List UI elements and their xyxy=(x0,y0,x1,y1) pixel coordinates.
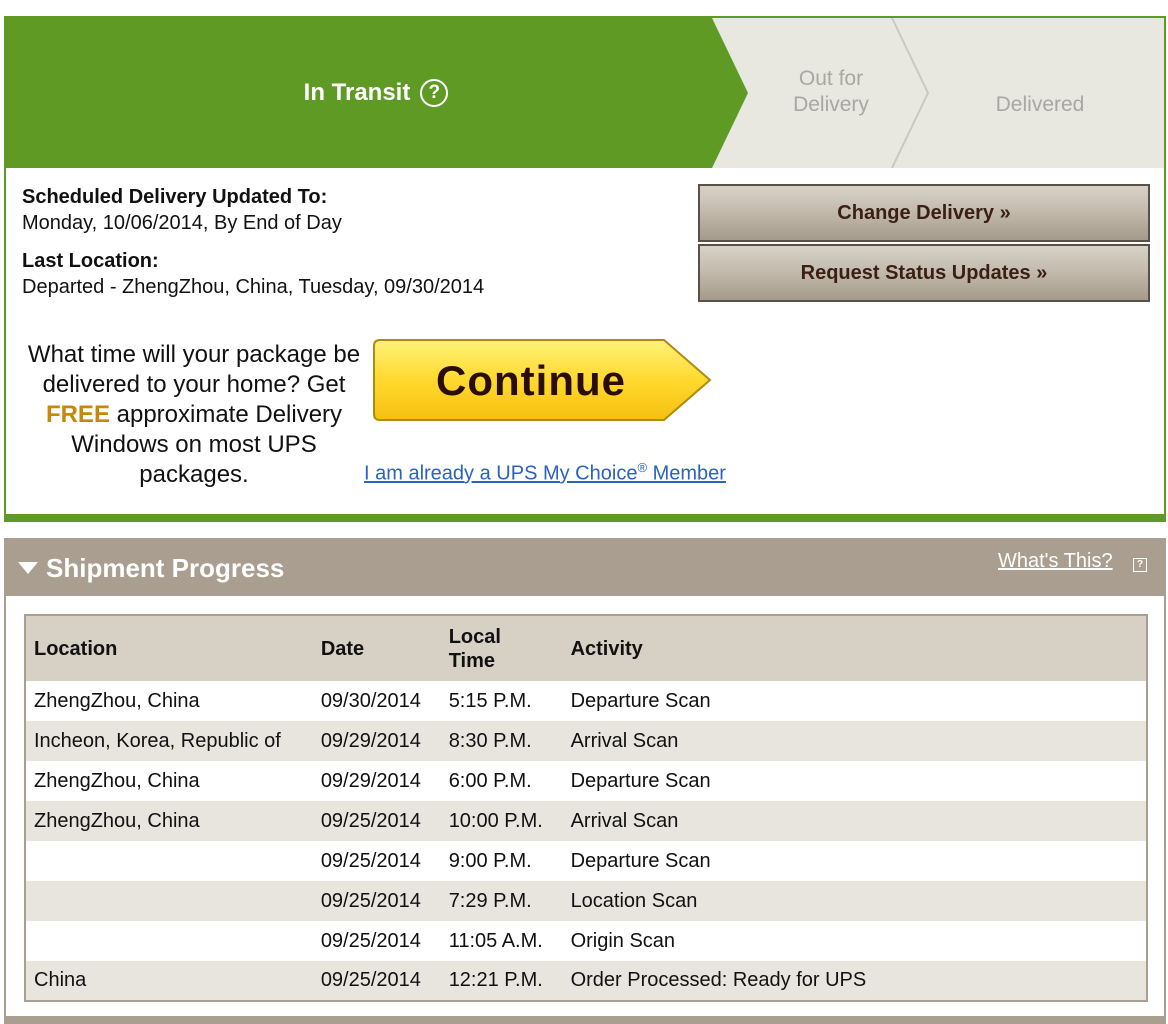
last-location-label: Last Location: xyxy=(22,250,159,272)
table-row: ZhengZhou, China 09/29/2014 6:00 P.M. De… xyxy=(25,761,1147,801)
cell-activity: Order Processed: Ready for UPS xyxy=(570,969,867,991)
progress-tracker: In Transit ? Out for Delivery Delivered xyxy=(6,18,1164,168)
table-row: China 09/25/2014 12:21 P.M. Order Proces… xyxy=(25,961,1147,1001)
my-choice-link-text: I am already a UPS My Choice xyxy=(364,462,638,485)
column-header-local-time-line2: Time xyxy=(448,649,496,672)
table-row: ZhengZhou, China 09/25/2014 10:00 P.M. A… xyxy=(25,801,1147,841)
cell-location: Incheon, Korea, Republic of xyxy=(34,729,281,752)
cell-date: 09/25/2014 xyxy=(320,889,421,912)
cell-time: 11:05 A.M. xyxy=(448,929,543,952)
stage-in-transit-label: In Transit xyxy=(303,79,411,106)
cell-location: ZhengZhou, China xyxy=(34,769,200,792)
table-row: 09/25/2014 7:29 P.M. Location Scan xyxy=(25,881,1147,921)
stage-delivered: Delivered xyxy=(995,93,1085,116)
continue-button-label: Continue xyxy=(436,357,626,404)
column-header-local-time: Local Time xyxy=(441,615,563,681)
promo-free-highlight: FREE xyxy=(45,401,110,428)
cell-time: 10:00 P.M. xyxy=(448,809,543,832)
column-header-date: Date xyxy=(320,637,365,660)
shipment-progress-title: Shipment Progress xyxy=(46,553,285,583)
promo-text-before: What time will your package be delivered… xyxy=(27,341,361,398)
shipment-progress-panel: Shipment Progress What's This? ? Locatio… xyxy=(4,538,1166,1024)
cell-location: ZhengZhou, China xyxy=(34,689,200,712)
stage-out-for-delivery-line2: Delivery xyxy=(793,93,869,116)
cell-date: 09/30/2014 xyxy=(320,689,421,712)
delivery-status-box: In Transit ? Out for Delivery Delivered … xyxy=(4,16,1166,522)
collapse-triangle-icon[interactable] xyxy=(18,562,38,574)
table-row: ZhengZhou, China 09/30/2014 5:15 P.M. De… xyxy=(25,681,1147,721)
stage-in-transit: In Transit ? xyxy=(6,18,746,168)
stage-out-for-delivery: Out for Delivery xyxy=(766,66,896,118)
cell-activity: Origin Scan xyxy=(570,929,676,952)
cell-time: 8:30 P.M. xyxy=(448,729,532,752)
table-header-row: Location Date Local Time Activity xyxy=(25,615,1147,681)
cell-time: 12:21 P.M. xyxy=(448,969,543,991)
registered-mark: ® xyxy=(637,460,648,475)
cell-location xyxy=(25,841,313,881)
cell-location: ZhengZhou, China xyxy=(34,809,200,832)
cell-time: 9:00 P.M. xyxy=(448,849,532,872)
stage-out-for-delivery-line1: Out for xyxy=(798,67,864,90)
cell-activity: Arrival Scan xyxy=(570,729,679,752)
last-location-value: Departed - ZhengZhou, China, Tuesday, 09… xyxy=(22,276,485,298)
cell-location xyxy=(25,881,313,921)
delivery-window-promo: What time will your package be delivered… xyxy=(24,340,364,490)
cell-date: 09/29/2014 xyxy=(320,769,421,792)
cell-activity: Location Scan xyxy=(570,889,698,912)
table-row: 09/25/2014 11:05 A.M. Origin Scan xyxy=(25,921,1147,961)
column-header-activity: Activity xyxy=(570,637,643,660)
scheduled-delivery-value: Monday, 10/06/2014, By End of Day xyxy=(22,212,342,234)
cell-time: 7:29 P.M. xyxy=(448,889,532,912)
cell-location: China xyxy=(34,969,87,991)
cell-activity: Departure Scan xyxy=(570,689,711,712)
cell-location xyxy=(25,921,313,961)
cell-date: 09/29/2014 xyxy=(320,729,421,752)
table-row: Incheon, Korea, Republic of 09/29/2014 8… xyxy=(25,721,1147,761)
column-header-location: Location xyxy=(34,637,118,660)
cell-activity: Departure Scan xyxy=(570,769,711,792)
cell-date: 09/25/2014 xyxy=(320,969,421,991)
promo-text-after: approximate Delivery Windows on most UPS… xyxy=(71,401,343,488)
cell-date: 09/25/2014 xyxy=(320,849,421,872)
cell-date: 09/25/2014 xyxy=(320,809,421,832)
my-choice-link-suffix: Member xyxy=(647,462,726,485)
tracking-table: Location Date Local Time Activity ZhengZ… xyxy=(24,614,1148,1002)
column-header-local-time-line1: Local xyxy=(448,625,501,648)
shipment-progress-header: Shipment Progress What's This? ? xyxy=(6,540,1164,596)
cell-time: 6:00 P.M. xyxy=(448,769,532,792)
change-delivery-button[interactable]: Change Delivery » xyxy=(698,184,1150,242)
whats-this-link[interactable]: What's This? xyxy=(998,550,1113,573)
cell-time: 5:15 P.M. xyxy=(448,689,532,712)
request-status-updates-button[interactable]: Request Status Updates » xyxy=(698,244,1150,302)
help-icon[interactable]: ? xyxy=(420,79,449,107)
table-row: 09/25/2014 9:00 P.M. Departure Scan xyxy=(25,841,1147,881)
cell-activity: Arrival Scan xyxy=(570,809,679,832)
scheduled-delivery-label: Scheduled Delivery Updated To: xyxy=(22,186,328,208)
my-choice-member-link[interactable]: I am already a UPS My Choice® Member xyxy=(364,460,726,486)
continue-button[interactable]: Continue xyxy=(372,338,714,424)
cell-activity: Departure Scan xyxy=(570,849,711,872)
help-popup-icon[interactable]: ? xyxy=(1133,558,1147,572)
cell-date: 09/25/2014 xyxy=(320,929,421,952)
